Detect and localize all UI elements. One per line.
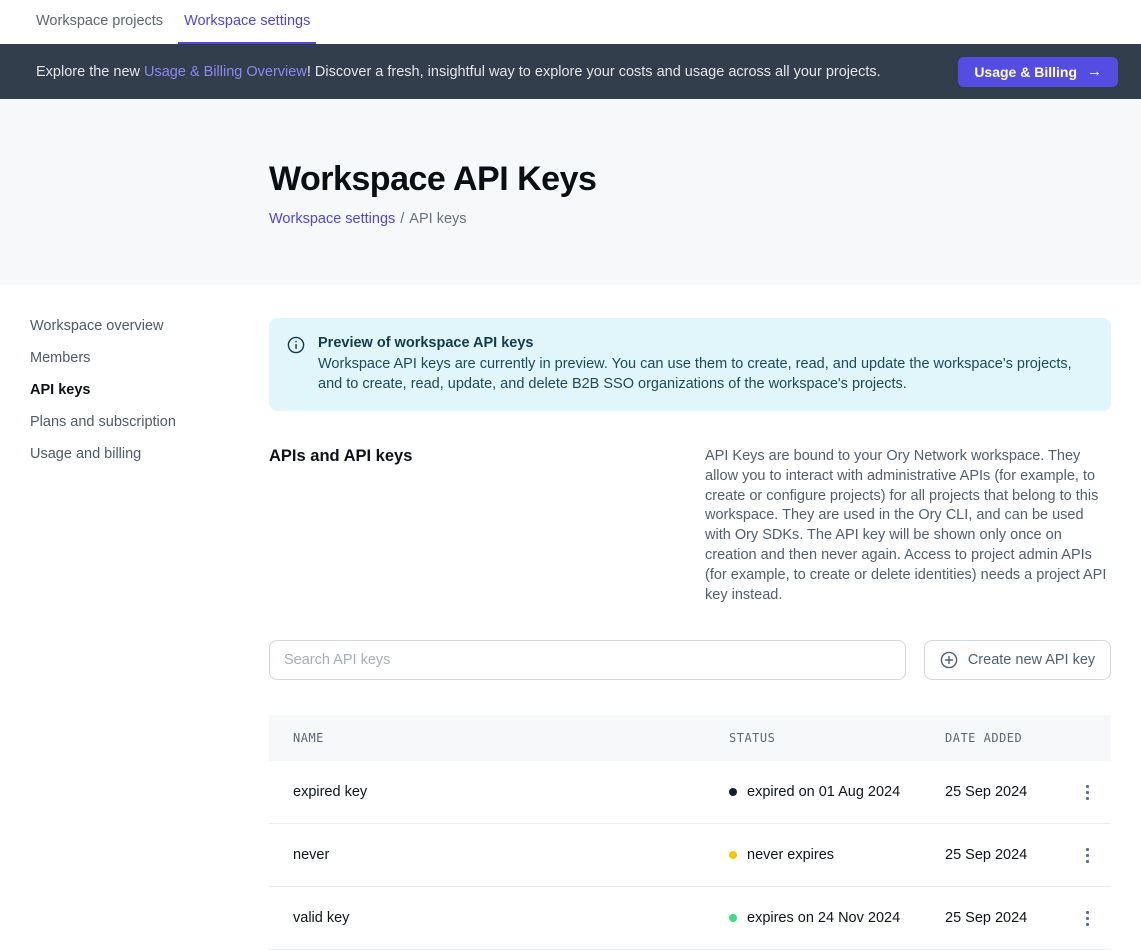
plus-circle-icon: [940, 651, 958, 669]
search-input[interactable]: [269, 640, 906, 680]
status-text: expires on 24 Nov 2024: [747, 910, 900, 926]
sidebar-item-usage-and-billing[interactable]: Usage and billing: [30, 447, 249, 462]
create-api-key-label: Create new API key: [968, 652, 1095, 668]
status-dot: [729, 914, 737, 922]
api-key-name: expired key: [293, 784, 729, 800]
row-actions: [1075, 781, 1099, 804]
page-title: Workspace API Keys: [269, 160, 1111, 199]
banner-text-after: ! Discover a fresh, insightful way to ex…: [307, 64, 881, 80]
api-key-status: expired on 01 Aug 2024: [729, 784, 945, 800]
section-heading: APIs and API keys: [269, 447, 412, 605]
usage-billing-overview-link[interactable]: Usage & Billing Overview: [144, 64, 307, 80]
info-title: Preview of workspace API keys: [318, 335, 1087, 351]
main-panel: Preview of workspace API keys Workspace …: [269, 285, 1111, 950]
kebab-menu-icon[interactable]: [1080, 781, 1095, 804]
table-controls: Create new API key: [269, 640, 1111, 680]
sidebar-item-workspace-overview[interactable]: Workspace overview: [30, 319, 249, 334]
table-row: expired key expired on 01 Aug 2024 25 Se…: [269, 761, 1111, 824]
row-actions: [1075, 907, 1099, 930]
info-content: Preview of workspace API keys Workspace …: [318, 335, 1087, 394]
top-navigation: Workspace projects Workspace settings: [0, 0, 1141, 44]
preview-info-box: Preview of workspace API keys Workspace …: [269, 318, 1111, 411]
create-api-key-button[interactable]: Create new API key: [924, 640, 1111, 680]
section-description: API Keys are bound to your Ory Network w…: [705, 447, 1111, 605]
content-area: Workspace overview Members API keys Plan…: [0, 285, 1141, 950]
api-key-name: valid key: [293, 910, 729, 926]
api-key-date-added: 25 Sep 2024: [945, 847, 1075, 863]
breadcrumb-separator: /: [400, 211, 404, 227]
column-header-date-added: DATE ADDED: [945, 731, 1075, 745]
usage-billing-button[interactable]: Usage & Billing →: [958, 57, 1118, 87]
settings-sidebar: Workspace overview Members API keys Plan…: [30, 285, 269, 950]
row-actions: [1075, 844, 1099, 867]
api-keys-table: NAME STATUS DATE ADDED expired key expir…: [269, 715, 1111, 950]
status-text: never expires: [747, 847, 834, 863]
sidebar-item-api-keys[interactable]: API keys: [30, 383, 249, 398]
kebab-menu-icon[interactable]: [1080, 844, 1095, 867]
info-icon: [287, 336, 305, 394]
api-key-date-added: 25 Sep 2024: [945, 784, 1075, 800]
sidebar-item-members[interactable]: Members: [30, 351, 249, 366]
breadcrumb-current: API keys: [409, 211, 466, 227]
usage-billing-button-label: Usage & Billing: [974, 64, 1077, 80]
tab-workspace-projects[interactable]: Workspace projects: [30, 0, 169, 44]
table-header-row: NAME STATUS DATE ADDED: [269, 715, 1111, 761]
table-row: never never expires 25 Sep 2024: [269, 824, 1111, 887]
page-header: Workspace API Keys Workspace settings / …: [0, 99, 1141, 285]
table-row: valid key expires on 24 Nov 2024 25 Sep …: [269, 887, 1111, 950]
banner-message: Explore the new Usage & Billing Overview…: [36, 64, 881, 80]
info-body: Workspace API keys are currently in prev…: [318, 354, 1087, 394]
status-dot: [729, 851, 737, 859]
api-key-date-added: 25 Sep 2024: [945, 910, 1075, 926]
status-dot: [729, 788, 737, 796]
kebab-menu-icon[interactable]: [1080, 907, 1095, 930]
arrow-right-icon: →: [1087, 63, 1102, 80]
sidebar-item-plans-and-subscription[interactable]: Plans and subscription: [30, 415, 249, 430]
tab-workspace-settings[interactable]: Workspace settings: [178, 0, 316, 44]
status-text: expired on 01 Aug 2024: [747, 784, 900, 800]
column-header-name: NAME: [293, 731, 729, 745]
api-key-name: never: [293, 847, 729, 863]
apis-section: APIs and API keys API Keys are bound to …: [269, 447, 1111, 605]
breadcrumb-workspace-settings-link[interactable]: Workspace settings: [269, 211, 395, 227]
column-header-status: STATUS: [729, 731, 945, 745]
banner-text-before: Explore the new: [36, 64, 144, 80]
api-key-status: never expires: [729, 847, 945, 863]
breadcrumb: Workspace settings / API keys: [269, 211, 1111, 227]
api-key-status: expires on 24 Nov 2024: [729, 910, 945, 926]
usage-billing-banner: Explore the new Usage & Billing Overview…: [0, 44, 1141, 99]
